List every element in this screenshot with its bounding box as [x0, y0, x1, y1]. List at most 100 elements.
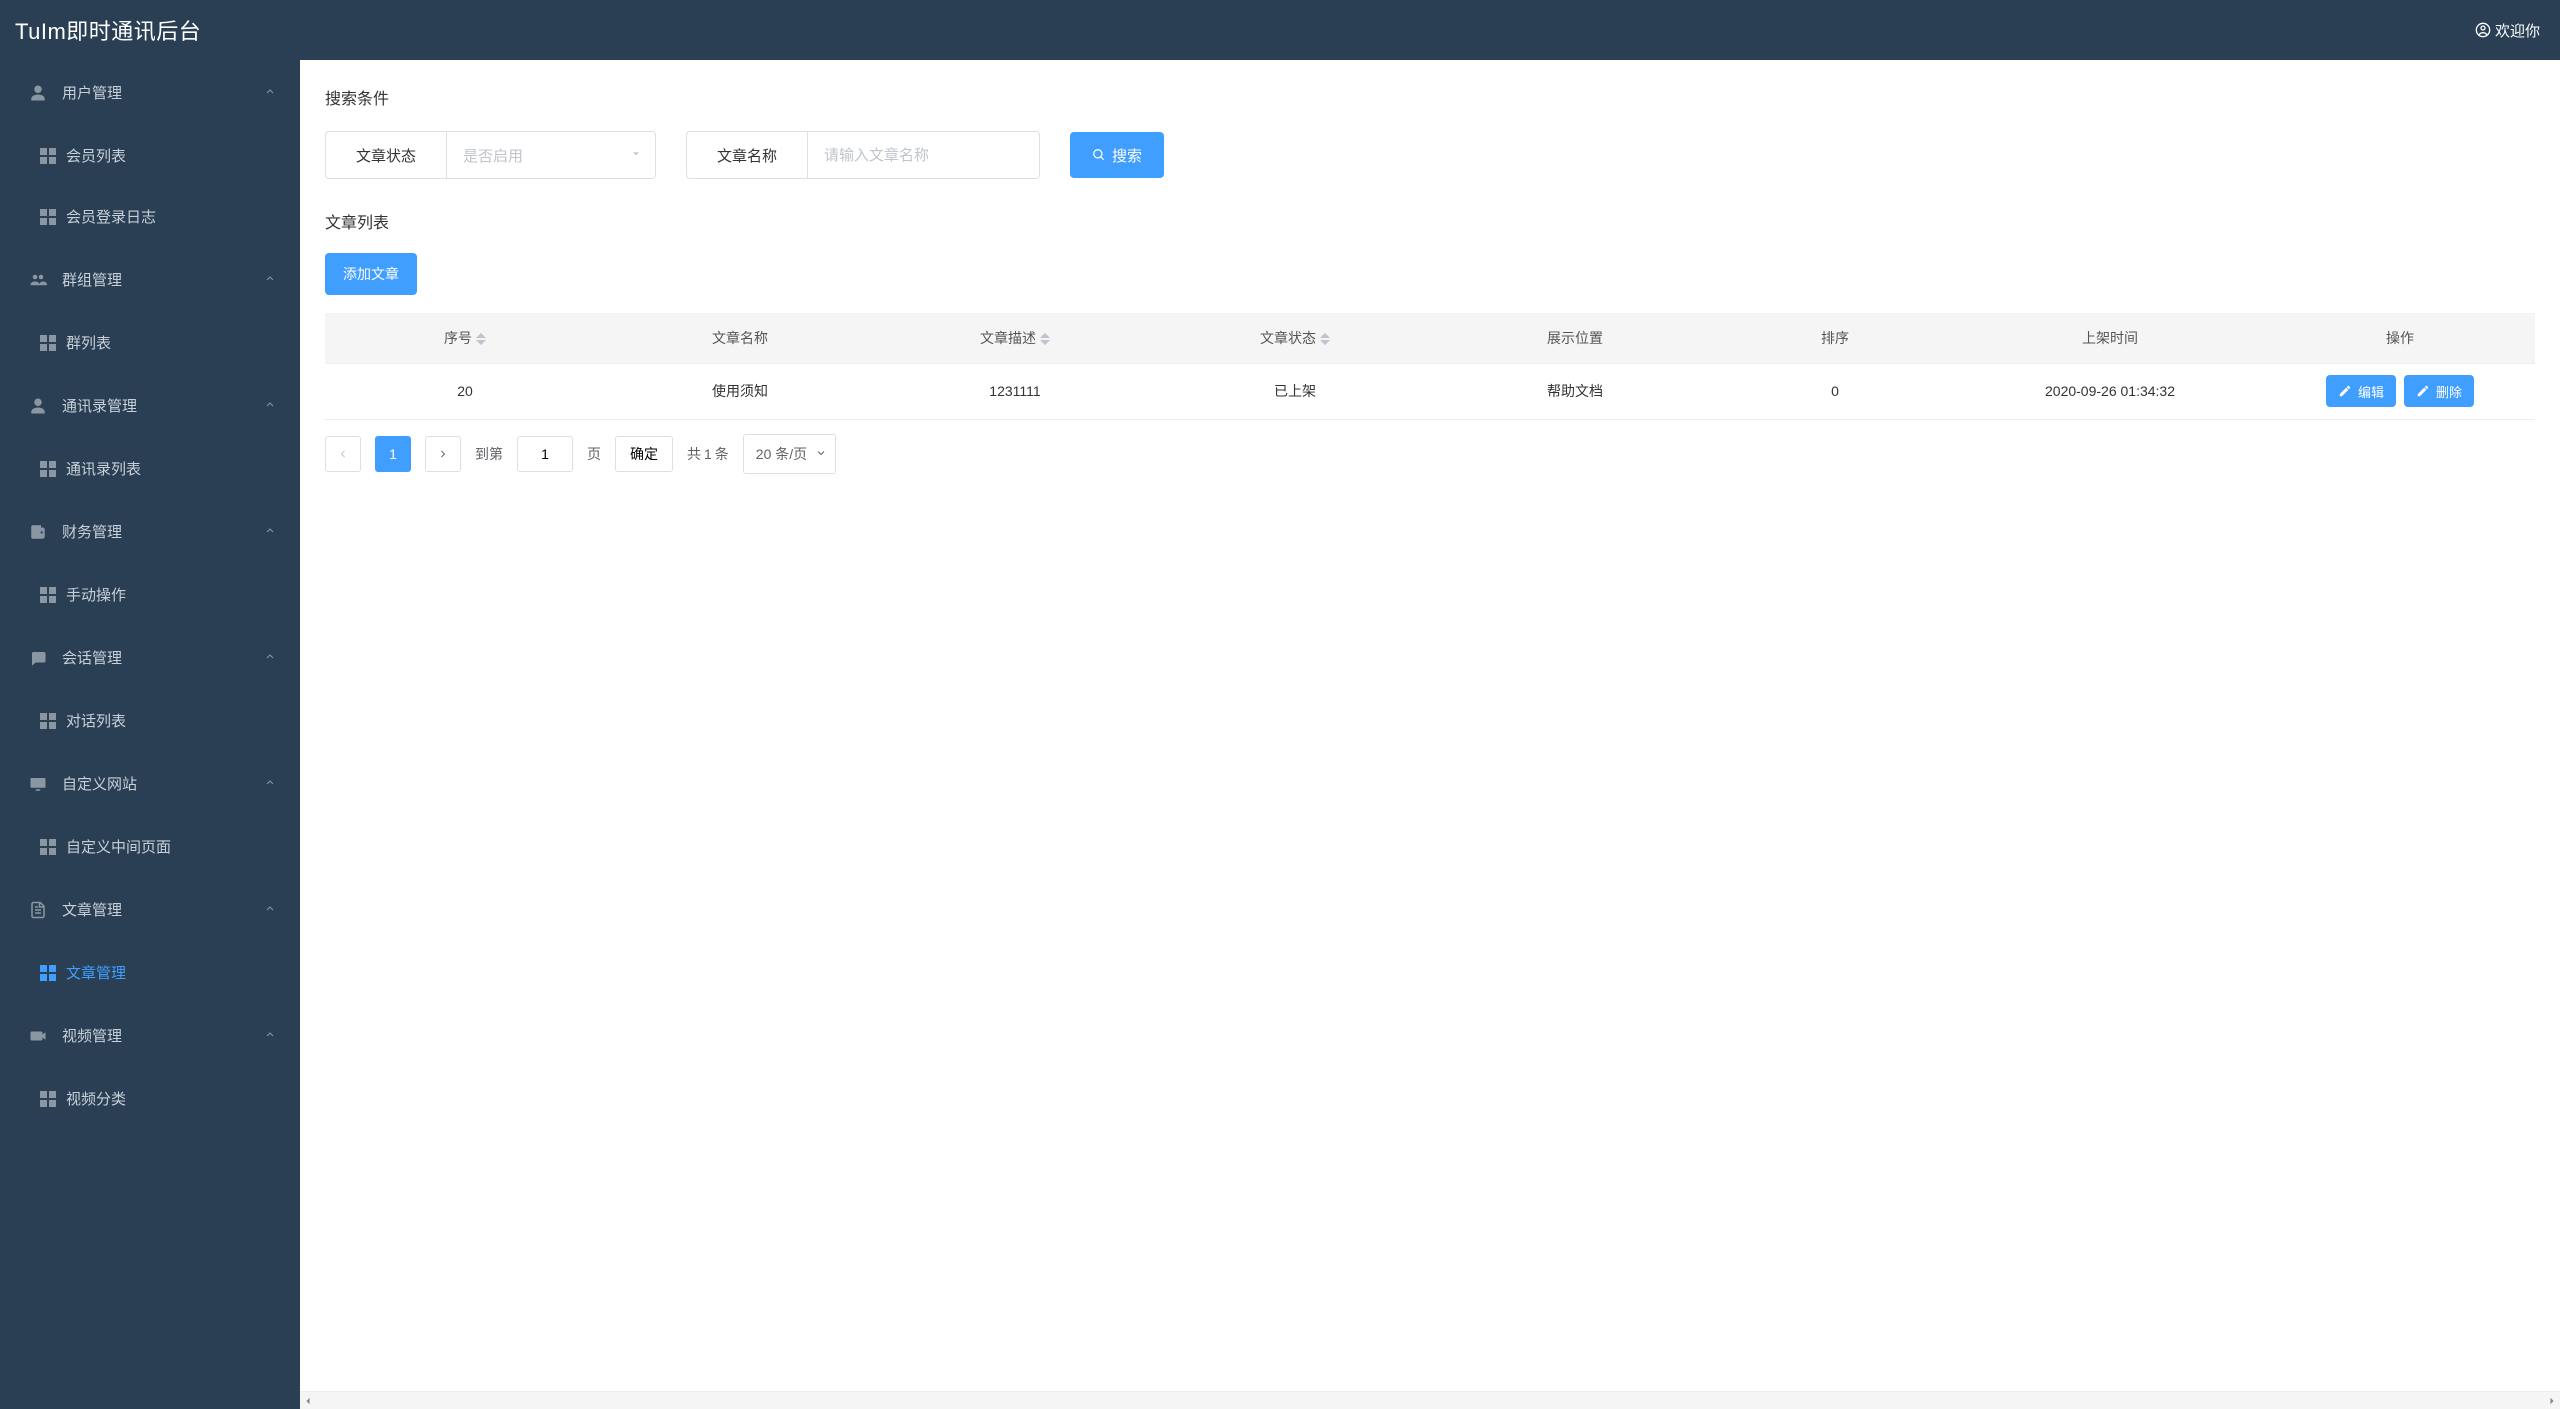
user-circle-icon [2475, 22, 2491, 38]
menu-group-title[interactable]: 自定义网站 [0, 751, 300, 816]
scroll-right-icon[interactable] [2544, 1392, 2560, 1409]
menu-group: 会话管理对话列表 [0, 625, 300, 751]
status-filter-label: 文章状态 [325, 131, 446, 179]
sidebar-item[interactable]: 手动操作 [0, 564, 300, 625]
goto-confirm-button[interactable]: 确定 [615, 436, 673, 472]
menu-group-label: 文章管理 [62, 899, 122, 920]
group-icon [28, 271, 48, 289]
scroll-left-icon[interactable] [300, 1392, 316, 1409]
cell-sort: 0 [1715, 363, 1955, 419]
per-page-value: 20 条/页 [756, 444, 807, 464]
sidebar-item[interactable]: 会员登录日志 [0, 186, 300, 247]
add-article-label: 添加文章 [343, 264, 399, 284]
page-number-button[interactable]: 1 [375, 436, 411, 472]
col-header-time: 上架时间 [1955, 313, 2265, 363]
menu-group-title[interactable]: 通讯录管理 [0, 373, 300, 438]
page-next-button[interactable] [425, 436, 461, 472]
status-filter-select[interactable]: 是否启用 [446, 131, 656, 179]
goto-page-input[interactable] [517, 436, 573, 472]
user-icon [28, 84, 48, 102]
cell-name: 使用须知 [605, 363, 875, 419]
sidebar-item[interactable]: 群列表 [0, 312, 300, 373]
col-header-status[interactable]: 文章状态 [1155, 313, 1435, 363]
chevron-up-icon [264, 1027, 276, 1044]
status-filter-group: 文章状态 是否启用 [325, 131, 656, 179]
menu-group: 财务管理手动操作 [0, 499, 300, 625]
name-filter-input[interactable] [824, 147, 1023, 164]
chat-icon [28, 649, 48, 667]
name-filter-group: 文章名称 [686, 131, 1040, 179]
menu-sub: 文章管理 [0, 942, 300, 1003]
menu-group-label: 会话管理 [62, 647, 122, 668]
menu-group-label: 通讯录管理 [62, 395, 137, 416]
menu-group: 视频管理视频分类 [0, 1003, 300, 1129]
menu-sub: 通讯录列表 [0, 438, 300, 499]
menu-sub: 自定义中间页面 [0, 816, 300, 877]
menu-group: 文章管理文章管理 [0, 877, 300, 1003]
cell-time: 2020-09-26 01:34:32 [1955, 363, 2265, 419]
chevron-up-icon [264, 397, 276, 414]
contacts-icon [28, 397, 48, 415]
sidebar-item-label: 对话列表 [66, 710, 126, 731]
brand-title: TuIm即时通讯后台 [15, 14, 201, 46]
per-page-select[interactable]: 20 条/页 [743, 434, 836, 474]
col-header-pos: 展示位置 [1435, 313, 1715, 363]
scroll-track[interactable] [316, 1395, 2544, 1406]
menu-group-title[interactable]: 财务管理 [0, 499, 300, 564]
wallet-icon [28, 523, 48, 541]
menu-sub: 对话列表 [0, 690, 300, 751]
article-icon [28, 901, 48, 919]
grid-icon [40, 461, 56, 477]
goto-label: 到第 [475, 444, 503, 464]
menu-sub: 会员列表会员登录日志 [0, 125, 300, 247]
sidebar-item[interactable]: 对话列表 [0, 690, 300, 751]
sidebar-item-label: 文章管理 [66, 962, 126, 983]
menu-group-title[interactable]: 会话管理 [0, 625, 300, 690]
horizontal-scrollbar[interactable] [300, 1391, 2560, 1409]
list-panel-title: 文章列表 [325, 209, 2535, 233]
col-header-seq[interactable]: 序号 [325, 313, 605, 363]
sidebar-item[interactable]: 文章管理 [0, 942, 300, 1003]
grid-icon [40, 148, 56, 164]
chevron-up-icon [264, 775, 276, 792]
sidebar-item-label: 会员列表 [66, 145, 126, 166]
welcome-user[interactable]: 欢迎你 [2475, 20, 2540, 41]
sidebar-item[interactable]: 通讯录列表 [0, 438, 300, 499]
menu-group-title[interactable]: 群组管理 [0, 247, 300, 312]
sidebar-item[interactable]: 会员列表 [0, 125, 300, 186]
col-header-sort: 排序 [1715, 313, 1955, 363]
sidebar-item[interactable]: 自定义中间页面 [0, 816, 300, 877]
menu-group-title[interactable]: 用户管理 [0, 60, 300, 125]
delete-button[interactable]: 删除 [2404, 375, 2474, 407]
sidebar: 用户管理会员列表会员登录日志群组管理群列表通讯录管理通讯录列表财务管理手动操作会… [0, 60, 300, 1409]
search-button[interactable]: 搜索 [1070, 132, 1164, 178]
menu-group-label: 财务管理 [62, 521, 122, 542]
cell-ops: 编辑删除 [2265, 363, 2535, 419]
welcome-label: 欢迎你 [2495, 20, 2540, 41]
main-content: 搜索条件 文章状态 是否启用 文章名称 [300, 60, 2560, 1409]
menu-group: 群组管理群列表 [0, 247, 300, 373]
pagination: 1 到第 页 确定 共1条 20 条/页 [325, 434, 2535, 474]
grid-icon [40, 713, 56, 729]
edit-button[interactable]: 编辑 [2326, 375, 2396, 407]
menu-group-title[interactable]: 文章管理 [0, 877, 300, 942]
search-button-label: 搜索 [1112, 145, 1142, 166]
add-article-button[interactable]: 添加文章 [325, 253, 417, 295]
sort-icon [476, 333, 486, 345]
page-prev-button[interactable] [325, 436, 361, 472]
menu-group: 自定义网站自定义中间页面 [0, 751, 300, 877]
article-table: 序号 文章名称 文章描述 文章状态 展示位置 排序 上架时间 操作 20使用须知… [325, 313, 2535, 420]
menu-group: 通讯录管理通讯录列表 [0, 373, 300, 499]
monitor-icon [28, 775, 48, 793]
col-header-desc[interactable]: 文章描述 [875, 313, 1155, 363]
cell-seq: 20 [325, 363, 605, 419]
menu-group-title[interactable]: 视频管理 [0, 1003, 300, 1068]
menu-group-label: 视频管理 [62, 1025, 122, 1046]
search-panel-title: 搜索条件 [325, 85, 2535, 109]
cell-desc: 1231111 [875, 363, 1155, 419]
menu-group-label: 自定义网站 [62, 773, 137, 794]
grid-icon [40, 587, 56, 603]
sidebar-item[interactable]: 视频分类 [0, 1068, 300, 1129]
table-header-row: 序号 文章名称 文章描述 文章状态 展示位置 排序 上架时间 操作 [325, 313, 2535, 363]
sidebar-item-label: 手动操作 [66, 584, 126, 605]
